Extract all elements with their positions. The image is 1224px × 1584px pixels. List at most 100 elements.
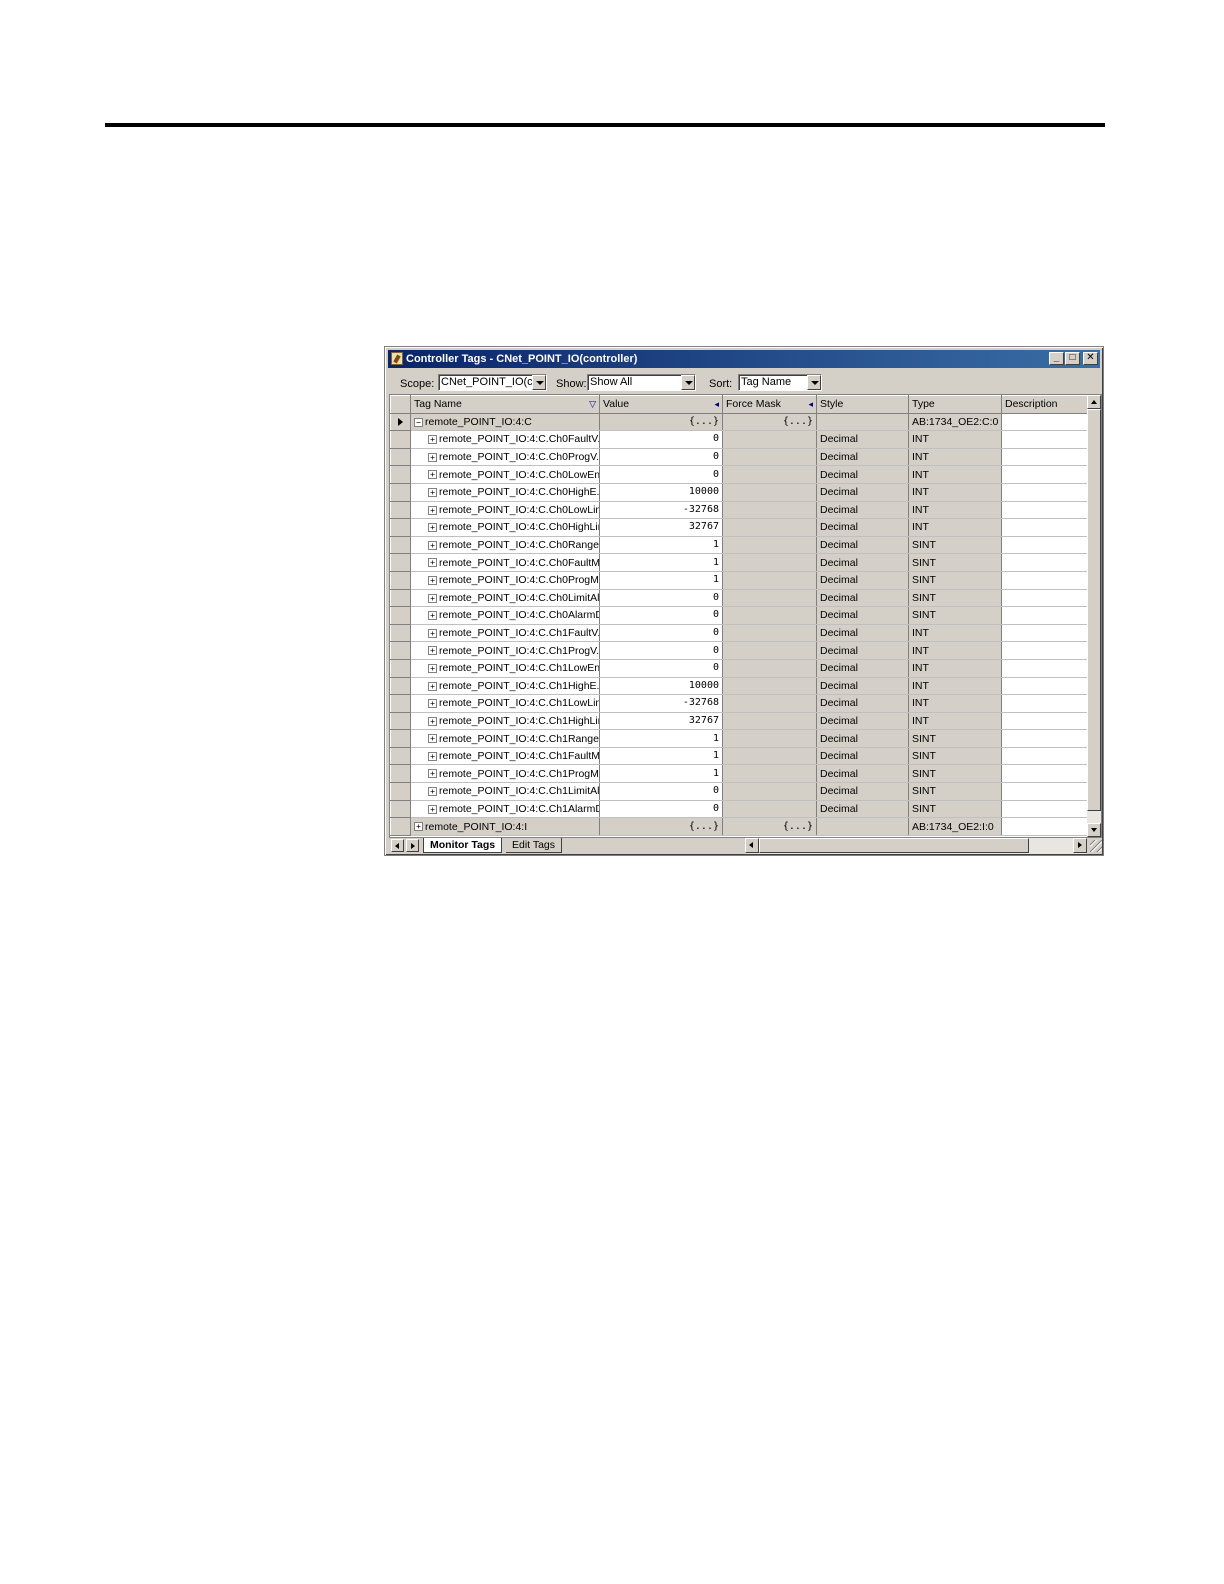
description-cell[interactable] bbox=[1001, 483, 1090, 502]
tag-name-cell[interactable]: + remote_POINT_IO:4:C.Ch0AlarmD... bbox=[410, 606, 600, 625]
force-mask-cell[interactable] bbox=[722, 624, 817, 643]
force-mask-cell[interactable] bbox=[722, 465, 817, 484]
table-row[interactable]: + remote_POINT_IO:4:C.Ch0HighLimit 32767 De… bbox=[390, 518, 1090, 537]
row-selector[interactable] bbox=[390, 588, 411, 608]
table-row[interactable]: + remote_POINT_IO:4:C.Ch1LimitAl... 0 Decim… bbox=[390, 782, 1090, 801]
description-cell[interactable] bbox=[1001, 448, 1090, 467]
row-selector[interactable] bbox=[390, 606, 411, 625]
value-cell[interactable]: 0 bbox=[599, 659, 723, 678]
description-cell[interactable] bbox=[1001, 641, 1090, 660]
column-header-type[interactable]: Type bbox=[908, 395, 1002, 414]
type-cell[interactable]: SINT bbox=[908, 553, 1002, 572]
scope-dropdown[interactable]: CNet_POINT_IO(cor bbox=[438, 374, 547, 391]
style-cell[interactable]: Decimal bbox=[816, 747, 909, 766]
tag-name-cell[interactable]: + remote_POINT_IO:4:C.Ch0HighLimit bbox=[410, 518, 600, 537]
column-header-tag-name[interactable]: Tag Name ▽ bbox=[410, 395, 600, 414]
value-cell[interactable]: 32767 bbox=[599, 518, 723, 537]
force-mask-cell[interactable] bbox=[722, 641, 817, 660]
row-selector[interactable] bbox=[390, 465, 411, 484]
scroll-left-button[interactable] bbox=[745, 838, 759, 853]
value-cell[interactable]: -32768 bbox=[599, 501, 723, 520]
style-cell[interactable]: Decimal bbox=[816, 641, 909, 660]
tab-scroll-right-button[interactable] bbox=[406, 839, 419, 852]
description-cell[interactable] bbox=[1001, 800, 1090, 819]
type-cell[interactable]: SINT bbox=[908, 536, 1002, 555]
tag-name-cell[interactable]: + remote_POINT_IO:4:I bbox=[410, 817, 600, 836]
style-cell[interactable]: Decimal bbox=[816, 483, 909, 502]
type-cell[interactable]: SINT bbox=[908, 800, 1002, 819]
value-cell[interactable]: 0 bbox=[599, 589, 723, 608]
value-cell[interactable]: 1 bbox=[599, 553, 723, 572]
chevron-down-icon[interactable] bbox=[532, 375, 546, 390]
force-mask-cell[interactable] bbox=[722, 677, 817, 696]
description-cell[interactable] bbox=[1001, 729, 1090, 748]
table-row[interactable]: + remote_POINT_IO:4:C.Ch0HighE... 10000 Dec… bbox=[390, 482, 1090, 502]
type-cell[interactable]: SINT bbox=[908, 782, 1002, 801]
tag-name-cell[interactable]: + remote_POINT_IO:4:C.Ch1FaultV... bbox=[410, 624, 600, 643]
tag-name-cell[interactable]: + remote_POINT_IO:4:C.Ch0HighE... bbox=[410, 483, 600, 502]
tag-name-cell[interactable]: + remote_POINT_IO:4:C.Ch0ProgV... bbox=[410, 448, 600, 467]
type-cell[interactable]: SINT bbox=[908, 747, 1002, 766]
force-mask-cell[interactable] bbox=[722, 571, 817, 590]
type-cell[interactable]: INT bbox=[908, 677, 1002, 696]
style-cell[interactable]: Decimal bbox=[816, 764, 909, 784]
filter-icon[interactable]: ▽ bbox=[589, 396, 596, 412]
value-cell[interactable]: 0 bbox=[599, 800, 723, 819]
style-cell[interactable]: Decimal bbox=[816, 571, 909, 590]
force-mask-cell[interactable] bbox=[722, 501, 817, 520]
expand-icon[interactable]: + bbox=[428, 628, 437, 638]
expand-icon[interactable]: + bbox=[428, 487, 437, 497]
description-cell[interactable] bbox=[1001, 677, 1090, 696]
type-cell[interactable]: INT bbox=[908, 641, 1002, 660]
tag-name-cell[interactable]: + remote_POINT_IO:4:C.Ch0ProgM... bbox=[410, 571, 600, 590]
force-mask-cell[interactable] bbox=[722, 483, 817, 502]
chevron-down-icon[interactable] bbox=[681, 375, 695, 390]
table-row[interactable]: + remote_POINT_IO:4:C.Ch1ProgV... 0 Decimal… bbox=[390, 641, 1090, 660]
minimize-button[interactable]: _ bbox=[1049, 352, 1064, 365]
row-selector[interactable] bbox=[390, 817, 411, 836]
tag-name-cell[interactable]: + remote_POINT_IO:4:C.Ch1FaultM... bbox=[410, 747, 600, 766]
chevron-down-icon[interactable] bbox=[807, 375, 821, 390]
row-selector[interactable] bbox=[390, 447, 411, 467]
description-cell[interactable] bbox=[1001, 589, 1090, 608]
description-cell[interactable] bbox=[1001, 764, 1090, 784]
row-selector[interactable] bbox=[390, 799, 411, 819]
description-cell[interactable] bbox=[1001, 536, 1090, 555]
value-cell[interactable]: 1 bbox=[599, 536, 723, 555]
vertical-scrollbar[interactable] bbox=[1087, 395, 1101, 837]
style-cell[interactable]: Decimal bbox=[816, 448, 909, 467]
expand-icon[interactable]: + bbox=[428, 523, 437, 533]
description-cell[interactable] bbox=[1001, 817, 1090, 836]
style-cell[interactable]: Decimal bbox=[816, 800, 909, 819]
collapse-icon[interactable]: − bbox=[414, 417, 423, 427]
description-cell[interactable] bbox=[1001, 694, 1090, 713]
row-selector[interactable] bbox=[390, 641, 411, 660]
tag-name-cell[interactable]: + remote_POINT_IO:4:C.Ch1ProgM... bbox=[410, 764, 600, 784]
table-row[interactable]: + remote_POINT_IO:4:C.Ch0AlarmD... 0 Decima… bbox=[390, 606, 1090, 625]
style-cell[interactable]: Decimal bbox=[816, 677, 909, 696]
column-header-value[interactable]: Value ◂ bbox=[599, 395, 723, 414]
scroll-down-button[interactable] bbox=[1087, 823, 1101, 837]
row-selector[interactable] bbox=[390, 535, 411, 555]
expand-icon[interactable]: + bbox=[428, 505, 437, 515]
style-cell[interactable]: Decimal bbox=[816, 712, 909, 731]
value-cell[interactable]: 0 bbox=[599, 430, 723, 449]
tag-name-cell[interactable]: + remote_POINT_IO:4:C.Ch0FaultM... bbox=[410, 553, 600, 572]
tag-name-cell[interactable]: + remote_POINT_IO:4:C.Ch1HighLimit bbox=[410, 712, 600, 731]
force-mask-cell[interactable] bbox=[722, 606, 817, 625]
force-mask-cell[interactable] bbox=[722, 694, 817, 713]
type-cell[interactable]: INT bbox=[908, 430, 1002, 449]
row-selector[interactable] bbox=[390, 711, 411, 731]
style-cell[interactable]: Decimal bbox=[816, 589, 909, 608]
maximize-button[interactable]: □ bbox=[1065, 352, 1080, 365]
value-cell[interactable]: 1 bbox=[599, 571, 723, 590]
type-cell[interactable]: INT bbox=[908, 501, 1002, 520]
value-cell[interactable]: 10000 bbox=[599, 677, 723, 696]
table-row[interactable]: + remote_POINT_IO:4:C.Ch0FaultM... 1 Decima… bbox=[390, 553, 1090, 572]
style-cell[interactable]: Decimal bbox=[816, 553, 909, 572]
tag-name-cell[interactable]: + remote_POINT_IO:4:C.Ch1HighE... bbox=[410, 677, 600, 696]
title-bar[interactable]: Controller Tags - CNet_POINT_IO(controll… bbox=[388, 350, 1100, 368]
row-selector-header[interactable] bbox=[390, 395, 411, 414]
table-row[interactable]: + remote_POINT_IO:4:C.Ch1LowEn... 0 Decimal… bbox=[390, 658, 1090, 678]
style-cell[interactable]: Decimal bbox=[816, 624, 909, 643]
